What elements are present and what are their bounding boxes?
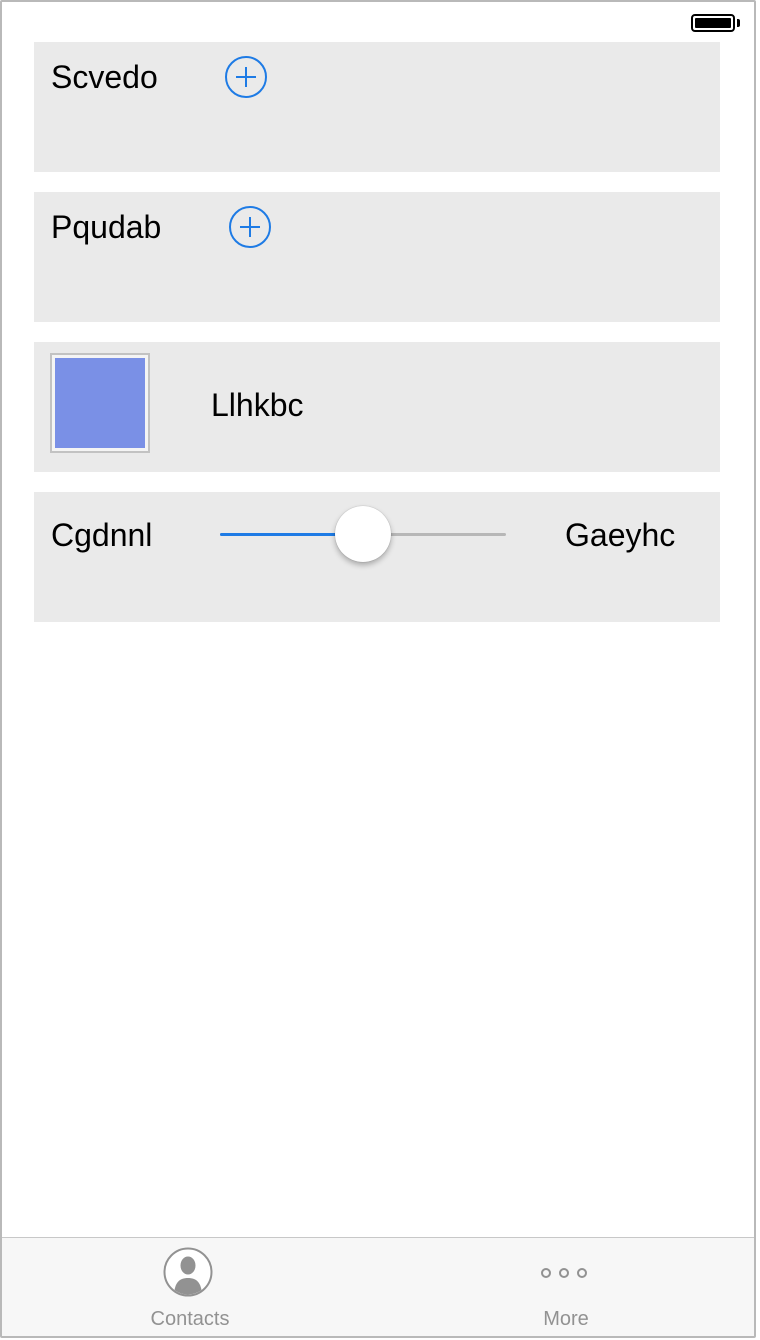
color-swatch-button[interactable]	[50, 353, 150, 453]
cell-label: Llhkbc	[211, 387, 304, 423]
add-circle-icon[interactable]	[225, 56, 267, 98]
app-screen: Scvedo Pqudab Llhkbc Cgdnnl Gaeyhc Conta…	[0, 0, 756, 1338]
add-circle-icon[interactable]	[229, 206, 271, 248]
more-icon	[541, 1268, 587, 1278]
cell-llhkbc: Llhkbc	[34, 342, 720, 472]
tab-label: Contacts	[150, 1308, 230, 1330]
color-swatch	[55, 358, 145, 448]
tab-more[interactable]: More	[378, 1238, 754, 1336]
cell-label: Pqudab	[51, 209, 162, 245]
slider-max-label: Gaeyhc	[565, 517, 676, 553]
contacts-icon	[163, 1247, 213, 1297]
value-slider[interactable]	[220, 506, 506, 562]
battery-full-icon	[691, 14, 735, 32]
tab-bar: Contacts More	[2, 1237, 754, 1336]
cell-scvedo: Scvedo	[34, 42, 720, 172]
slider-thumb[interactable]	[335, 506, 391, 562]
cell-slider: Cgdnnl Gaeyhc	[34, 492, 720, 622]
battery-tip	[737, 19, 740, 27]
cell-pqudab: Pqudab	[34, 192, 720, 322]
tab-label: More	[543, 1308, 589, 1330]
tab-contacts[interactable]: Contacts	[2, 1238, 378, 1336]
slider-min-label: Cgdnnl	[51, 517, 153, 553]
cell-label: Scvedo	[51, 59, 158, 95]
